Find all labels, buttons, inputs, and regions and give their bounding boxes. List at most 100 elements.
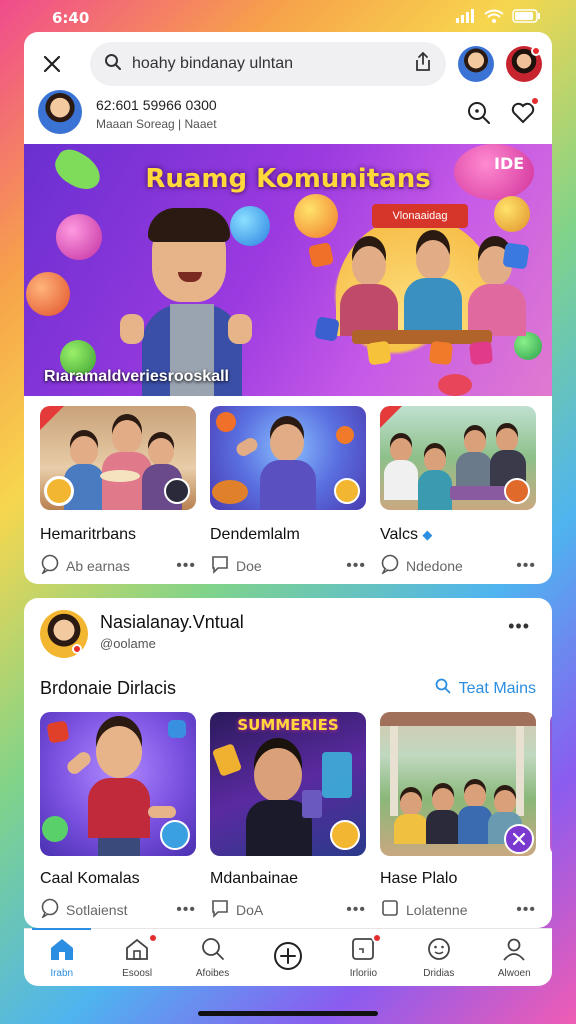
decoration <box>468 340 494 366</box>
nav-community[interactable]: Esoosl <box>99 929 174 986</box>
tile-title: Valcs ◆ <box>380 526 433 543</box>
post-author[interactable]: Nasialanay.Vntual <box>100 612 244 633</box>
tile-image[interactable] <box>40 406 196 510</box>
share-icon[interactable] <box>414 51 432 77</box>
badge-icon <box>504 478 530 504</box>
status-time: 6:40 <box>52 9 90 27</box>
post-header: Nasialanay.Vntual @oolame ••• <box>40 608 536 664</box>
decoration <box>428 340 454 366</box>
tile-meta-label: Doe <box>236 557 262 574</box>
hero-banner[interactable]: IDE Ruamg Komunitans Vlonaaidag Rıaramal… <box>24 144 552 396</box>
tile-meta: Ab earnas ••• <box>40 554 196 577</box>
wifi-icon <box>484 9 504 27</box>
tile-card[interactable]: Hemaritrbans Ab earnas ••• <box>40 406 196 584</box>
tile-meta: Lolatenne ••• <box>380 898 536 921</box>
community-tiles: Hemaritrbans Ab earnas ••• Dendemlalm Do… <box>40 406 536 584</box>
profile-info: 62:601 59966 0300 Maaan Soreag | Naaet <box>96 96 217 134</box>
nav-home[interactable]: Irabn <box>24 928 99 986</box>
poster-text: SUMMERIES <box>237 716 339 734</box>
section-link[interactable]: Teat Mains <box>435 678 536 699</box>
more-icon[interactable]: ••• <box>346 901 366 919</box>
tile-card-partial[interactable] <box>550 712 552 922</box>
tile-image[interactable] <box>380 712 536 856</box>
tile-meta-label: Ndedone <box>406 557 463 574</box>
banner-caption: Rıaramaldveriesrooskall <box>44 368 229 385</box>
comment-icon[interactable] <box>40 898 60 921</box>
nav-emoji[interactable]: Dridias <box>401 929 476 986</box>
tile-card[interactable]: Valcs ◆ Ndedone ••• <box>380 406 536 584</box>
document-icon <box>44 476 74 506</box>
tile-meta: Sotlaienst ••• <box>40 898 196 921</box>
signal-icon <box>456 9 476 27</box>
avatar[interactable] <box>38 90 82 134</box>
tile-title: Caal Komalas <box>40 870 140 887</box>
stage-sign: Vlonaaidag <box>372 204 468 228</box>
close-icon[interactable] <box>38 50 66 78</box>
tile-card[interactable]: SUMMERIES Mdanbainae DoA ••• <box>210 712 366 922</box>
directory-tiles: Caal Komalas Sotlaienst ••• SUMMERIES Md… <box>40 712 552 922</box>
nav-inbox[interactable]: Irloriio <box>326 929 401 986</box>
comment-icon[interactable] <box>210 554 230 577</box>
search-icon <box>435 678 451 699</box>
close-icon[interactable] <box>504 824 534 854</box>
nav-label: Esoosl <box>122 967 153 979</box>
tile-card[interactable]: Hase Plalo Lolatenne ••• <box>380 712 536 922</box>
comment-icon[interactable] <box>380 554 400 577</box>
profile-row: 62:601 59966 0300 Maaan Soreag | Naaet <box>24 88 552 144</box>
top-bar: hoahy bindanay ulntan <box>24 40 552 88</box>
tile-image[interactable] <box>210 406 366 510</box>
decoration <box>494 196 530 232</box>
nav-label: Irloriio <box>349 967 378 979</box>
more-icon[interactable]: ••• <box>516 557 536 575</box>
decoration <box>502 242 530 270</box>
tile-card[interactable]: Dendemlalm Doe ••• <box>210 406 366 584</box>
main-card: hoahy bindanay ulntan 62:601 59966 0300 … <box>24 32 552 584</box>
nav-profile[interactable]: Alwoen <box>477 929 552 986</box>
tile-meta: DoA ••• <box>210 898 366 921</box>
more-icon[interactable]: ••• <box>508 616 530 637</box>
notification-dot <box>531 46 541 56</box>
inbox-icon <box>350 932 383 964</box>
post-card: Nasialanay.Vntual @oolame ••• Brdonaie D… <box>24 598 552 928</box>
search-icon[interactable] <box>466 100 492 126</box>
decoration <box>366 340 392 366</box>
section-title: Brdonaie Dirlacis <box>40 678 177 698</box>
decoration <box>438 374 472 396</box>
comment-icon[interactable] <box>210 898 230 921</box>
decoration <box>314 316 340 342</box>
nav-search[interactable]: Afoibes <box>175 929 250 986</box>
tile-image[interactable] <box>40 712 196 856</box>
more-icon[interactable]: ••• <box>176 901 196 919</box>
comment-icon[interactable] <box>40 554 60 577</box>
more-icon[interactable]: ••• <box>176 557 196 575</box>
more-icon[interactable]: ••• <box>516 901 536 919</box>
tile-meta-label: Sotlaienst <box>66 901 128 918</box>
decoration <box>294 194 338 238</box>
tile-title: Mdanbainae <box>210 870 299 887</box>
badge-icon <box>330 820 360 850</box>
nav-create[interactable] <box>250 929 325 986</box>
banner-title: Ruamg Komunitans <box>145 164 431 194</box>
badge-icon <box>334 478 360 504</box>
search-icon <box>104 53 122 76</box>
tile-image[interactable]: SUMMERIES <box>210 712 366 856</box>
profile-stats: 62:601 59966 0300 <box>96 97 217 113</box>
home-icon <box>49 937 75 964</box>
nav-label: Dridias <box>423 967 455 979</box>
tile-title: Hemaritrbans <box>40 526 137 543</box>
tile-image[interactable] <box>550 712 552 856</box>
search-bar[interactable]: hoahy bindanay ulntan <box>90 42 446 86</box>
section-link-label[interactable]: Teat Mains <box>459 680 536 698</box>
tile-image[interactable] <box>380 406 536 510</box>
search-query[interactable]: hoahy bindanay ulntan <box>132 55 404 73</box>
home-indicator[interactable] <box>198 1011 378 1016</box>
avatar[interactable] <box>458 46 494 82</box>
tile-meta-label: DoA <box>236 901 264 918</box>
decoration <box>26 272 70 316</box>
person-icon <box>501 937 527 964</box>
tile-card[interactable]: Caal Komalas Sotlaienst ••• <box>40 712 196 922</box>
more-icon[interactable]: ••• <box>346 557 366 575</box>
brand-icon <box>164 478 190 504</box>
verified-icon: ◆ <box>422 527 433 542</box>
bookmark-icon[interactable] <box>380 898 400 921</box>
